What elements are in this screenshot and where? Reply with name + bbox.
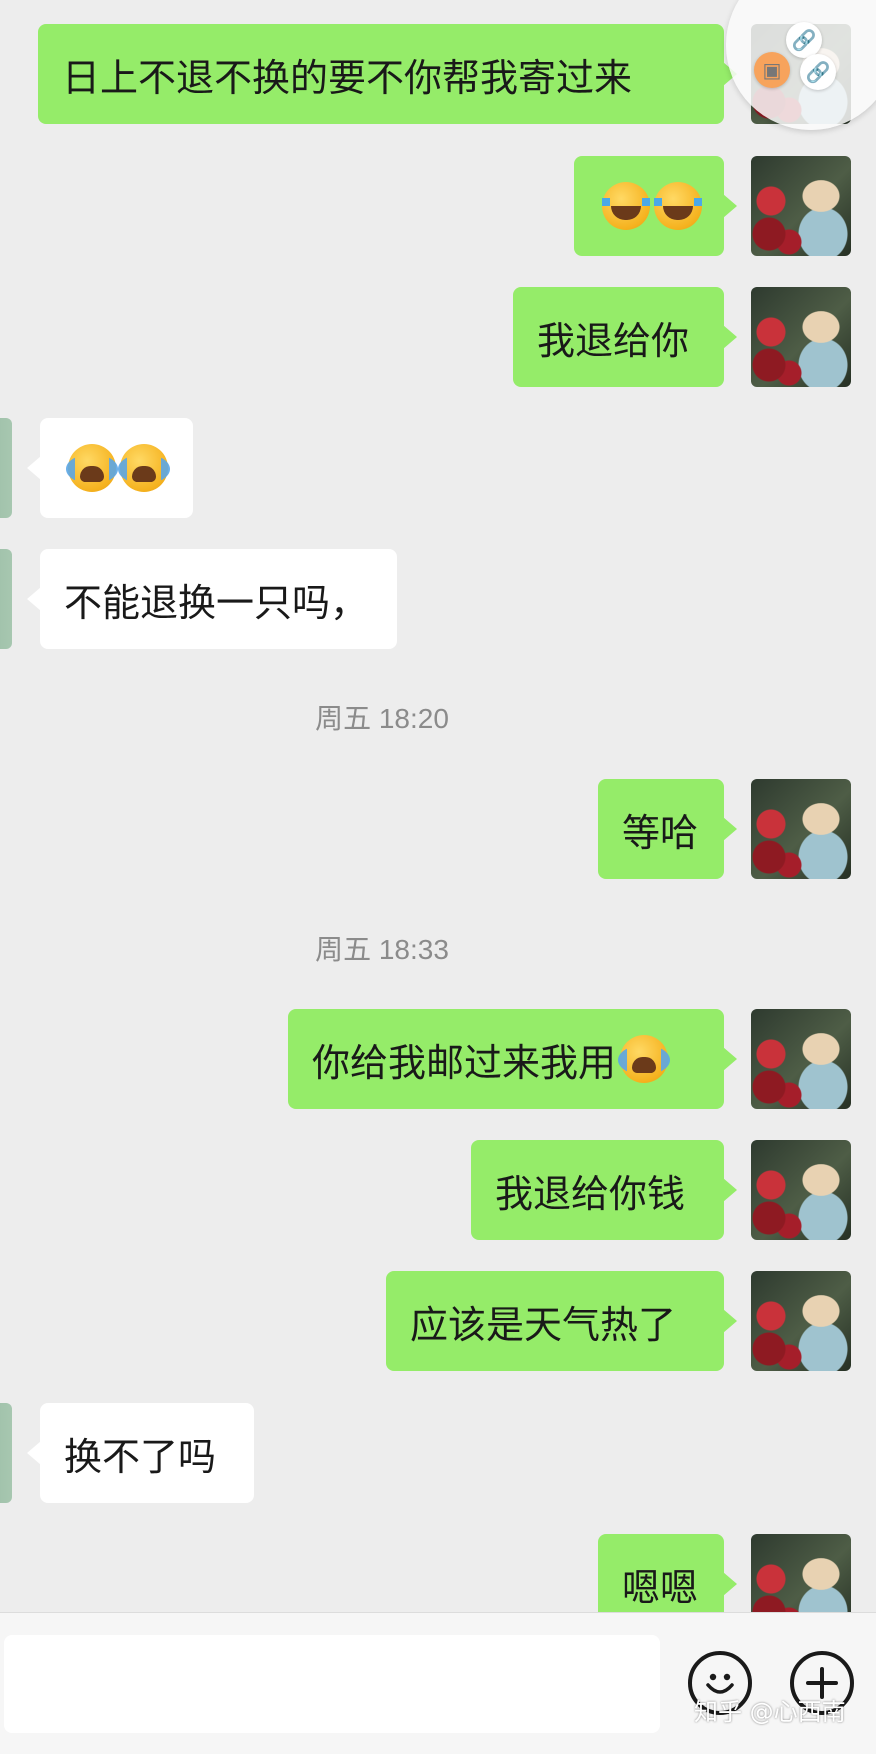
crying-emoji bbox=[118, 444, 170, 492]
message-text: 嗯嗯 bbox=[622, 1565, 699, 1610]
message-bubble-outgoing[interactable]: 我退给你钱 bbox=[471, 1140, 737, 1240]
avatar-self[interactable] bbox=[751, 287, 851, 387]
message-bubble-incoming[interactable]: 换不了吗 bbox=[27, 1403, 254, 1503]
message-text: 我退给你 bbox=[537, 318, 690, 363]
watermark: 知乎 @心西南 bbox=[694, 1698, 846, 1726]
message-text: 你给我邮过来我用 bbox=[312, 1040, 617, 1085]
message-text: 应该是天气热了 bbox=[410, 1302, 677, 1347]
message-text: 换不了吗 bbox=[64, 1434, 217, 1479]
crying-emoji bbox=[66, 444, 118, 492]
timestamp: 周五 18:33 bbox=[315, 934, 449, 965]
chat-area: 日上不退不换的要不你帮我寄过来 我退给你 不能退换一只吗， 周五 18:20 等… bbox=[0, 0, 876, 1612]
laugh-tears-emoji bbox=[654, 182, 702, 230]
message-text: 我退给你钱 bbox=[495, 1171, 686, 1216]
crying-emoji bbox=[618, 1035, 671, 1083]
avatar-self[interactable] bbox=[751, 156, 851, 256]
message-bubble-outgoing[interactable]: 等哈 bbox=[598, 779, 737, 879]
message-bubble-outgoing[interactable]: 嗯嗯 bbox=[598, 1534, 737, 1612]
avatar-self[interactable] bbox=[751, 1271, 851, 1371]
box-icon: ▣ bbox=[754, 52, 790, 88]
laugh-tears-emoji bbox=[602, 182, 650, 230]
message-input[interactable] bbox=[4, 1635, 660, 1733]
floating-window-ball[interactable]: 🔗 ▣ 🔗 bbox=[726, 0, 876, 130]
message-bubble-incoming[interactable]: 不能退换一只吗， bbox=[27, 549, 397, 649]
message-bubble-outgoing[interactable]: 你给我邮过来我用 bbox=[288, 1009, 737, 1109]
avatar-self[interactable] bbox=[751, 1140, 851, 1240]
avatar-contact[interactable] bbox=[0, 418, 12, 518]
input-bar bbox=[0, 1612, 876, 1754]
message-text: 日上不退不换的要不你帮我寄过来 bbox=[62, 55, 633, 100]
avatar-self[interactable] bbox=[751, 1009, 851, 1109]
avatar-contact[interactable] bbox=[0, 1403, 12, 1503]
message-bubble-outgoing[interactable]: 日上不退不换的要不你帮我寄过来 bbox=[38, 24, 737, 124]
avatar-self[interactable] bbox=[751, 1534, 851, 1612]
message-bubble-outgoing[interactable]: 应该是天气热了 bbox=[386, 1271, 737, 1371]
message-text: 等哈 bbox=[622, 810, 699, 855]
avatar-contact[interactable] bbox=[0, 549, 12, 649]
timestamp: 周五 18:20 bbox=[315, 703, 449, 734]
message-bubble-outgoing[interactable]: 我退给你 bbox=[513, 287, 737, 387]
link-icon: 🔗 bbox=[786, 22, 822, 58]
message-bubble-incoming[interactable] bbox=[27, 418, 193, 518]
message-text: 不能退换一只吗， bbox=[64, 580, 369, 625]
message-bubble-outgoing[interactable] bbox=[574, 156, 737, 256]
avatar-self[interactable] bbox=[751, 779, 851, 879]
link-icon: 🔗 bbox=[800, 54, 836, 90]
